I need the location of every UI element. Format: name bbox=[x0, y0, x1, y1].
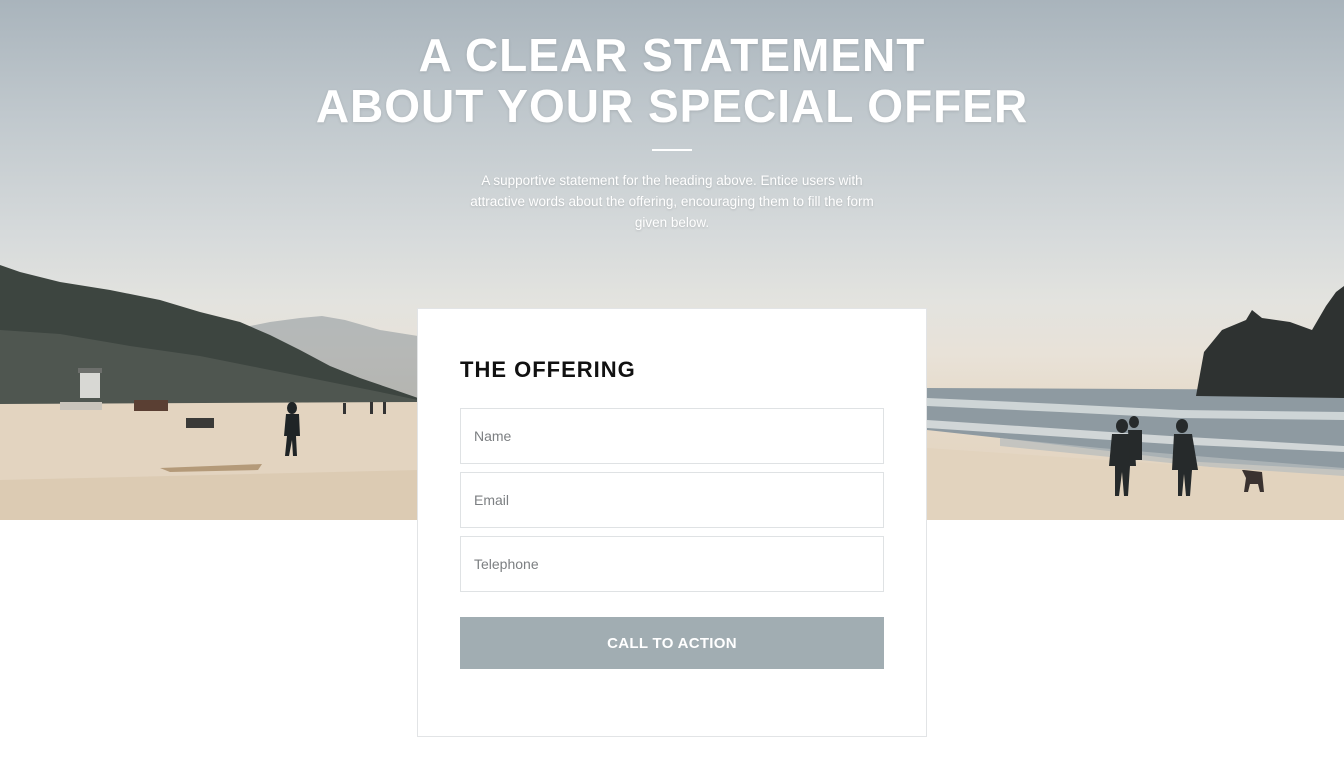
landing-page: A CLEAR STATEMENT ABOUT YOUR SPECIAL OFF… bbox=[0, 0, 1344, 766]
email-input[interactable] bbox=[461, 473, 883, 527]
headline-line-2: ABOUT YOUR SPECIAL OFFER bbox=[315, 80, 1029, 132]
name-input[interactable] bbox=[461, 409, 883, 463]
call-to-action-button[interactable]: CALL TO ACTION bbox=[460, 617, 884, 669]
name-field-wrapper bbox=[460, 408, 884, 464]
email-field-wrapper bbox=[460, 472, 884, 528]
offer-form-card: THE OFFERING CALL TO ACTION bbox=[417, 308, 927, 737]
hero-subtext: A supportive statement for the heading a… bbox=[470, 173, 874, 230]
form-title: THE OFFERING bbox=[460, 357, 636, 382]
telephone-field-wrapper bbox=[460, 536, 884, 592]
headline-divider bbox=[652, 149, 692, 151]
hero-headline: A CLEAR STATEMENT ABOUT YOUR SPECIAL OFF… bbox=[0, 30, 1344, 132]
headline-line-1: A CLEAR STATEMENT bbox=[418, 29, 926, 81]
telephone-input[interactable] bbox=[461, 537, 883, 591]
